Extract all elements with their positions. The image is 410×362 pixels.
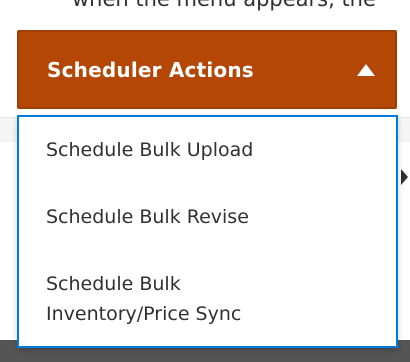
caret-right-icon	[401, 169, 408, 185]
menu-item-schedule-bulk-revise[interactable]: Schedule Bulk Revise	[46, 202, 249, 232]
scheduler-actions-button[interactable]: Scheduler Actions	[17, 30, 397, 109]
menu-item-label-line1: Schedule Bulk	[46, 273, 181, 295]
scheduler-actions-label: Scheduler Actions	[47, 57, 254, 82]
scheduler-actions-dropdown: Schedule Bulk Upload Schedule Bulk Revis…	[17, 115, 398, 348]
menu-item-schedule-bulk-upload[interactable]: Schedule Bulk Upload	[46, 135, 253, 165]
background-partial-text: when the menu appears, the	[72, 0, 376, 11]
menu-item-schedule-bulk-inventory-price-sync[interactable]: Schedule Bulk Inventory/Price Sync	[46, 269, 241, 329]
menu-item-label-line2: Inventory/Price Sync	[46, 303, 242, 325]
menu-item-label: Schedule Bulk Revise	[46, 206, 249, 228]
triangle-up-icon	[357, 64, 375, 76]
menu-item-label: Schedule Bulk Upload	[46, 139, 254, 161]
